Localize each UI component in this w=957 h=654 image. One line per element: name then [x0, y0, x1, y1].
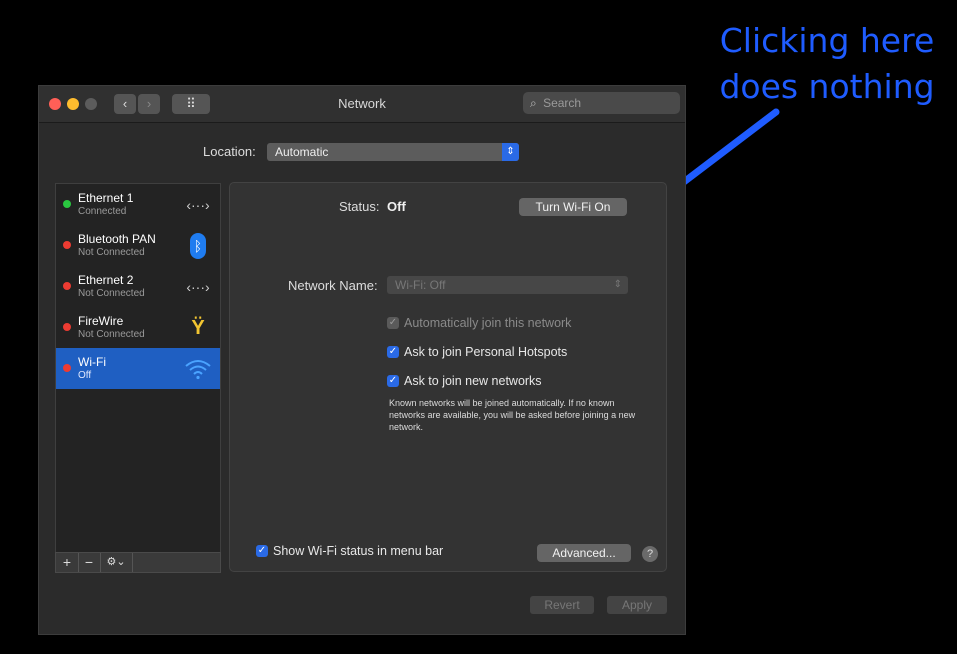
status-dot: [63, 241, 71, 249]
service-item-bluetooth-pan[interactable]: Bluetooth PAN Not Connected ᛒ: [56, 225, 220, 266]
ask-hotspots-checkbox[interactable]: ✓: [387, 346, 399, 358]
service-name: Ethernet 2: [78, 273, 134, 287]
service-name: FireWire: [78, 314, 124, 328]
service-status: Connected: [78, 206, 127, 217]
status-label: Status:: [339, 199, 380, 214]
ethernet-icon: ‹···›: [186, 279, 210, 295]
service-status: Not Connected: [78, 329, 145, 340]
location-label: Location:: [203, 144, 256, 159]
network-preferences-window: ‹ › ⠿ Network ⌕ Search Location: Automat…: [38, 85, 686, 635]
service-name: Wi-Fi: [78, 355, 106, 369]
service-status: Not Connected: [78, 247, 145, 258]
network-name-value: Wi-Fi: Off: [395, 278, 446, 292]
ask-hotspots-label: Ask to join Personal Hotspots: [404, 345, 568, 359]
status-dot: [63, 323, 71, 331]
service-name: Bluetooth PAN: [78, 232, 156, 246]
search-field[interactable]: ⌕ Search: [523, 92, 680, 114]
revert-button[interactable]: Revert: [530, 596, 594, 614]
gear-menu-button[interactable]: ⚙⌄: [100, 553, 133, 572]
auto-join-checkbox[interactable]: ✓: [387, 317, 399, 329]
network-name-label: Network Name:: [288, 278, 378, 293]
chevron-updown-icon: ⇕: [502, 143, 519, 161]
network-name-popup[interactable]: Wi-Fi: Off ⇕: [387, 276, 628, 294]
firewire-icon: Ÿ: [191, 317, 205, 339]
service-list: Ethernet 1 Connected ‹···› Bluetooth PAN…: [55, 183, 221, 572]
status-dot: [63, 200, 71, 208]
wifi-icon: [182, 354, 214, 384]
show-wifi-status-label: Show Wi-Fi status in menu bar: [273, 544, 444, 558]
title-bar: ‹ › ⠿ Network ⌕ Search: [39, 86, 685, 123]
service-list-footer: + − ⚙⌄: [55, 552, 221, 573]
service-item-ethernet-2[interactable]: Ethernet 2 Not Connected ‹···›: [56, 266, 220, 307]
turn-wifi-on-button[interactable]: Turn Wi-Fi On: [519, 198, 627, 216]
service-name: Ethernet 1: [78, 191, 134, 205]
service-item-wifi[interactable]: Wi-Fi Off: [56, 348, 220, 389]
show-wifi-status-checkbox[interactable]: ✓: [256, 545, 268, 557]
ask-new-networks-checkbox[interactable]: ✓: [387, 375, 399, 387]
bluetooth-icon: ᛒ: [182, 231, 214, 261]
auto-join-label: Automatically join this network: [404, 316, 572, 330]
ethernet-icon: ‹···›: [186, 197, 210, 213]
ask-new-networks-note: Known networks will be joined automatica…: [389, 398, 636, 432]
status-value: Off: [387, 199, 406, 214]
ask-new-networks-label: Ask to join new networks: [404, 374, 542, 388]
search-placeholder: Search: [543, 96, 582, 110]
location-popup[interactable]: Automatic ⇕: [267, 143, 519, 161]
service-status: Not Connected: [78, 288, 145, 299]
service-status: Off: [78, 370, 92, 381]
add-service-button[interactable]: +: [56, 553, 79, 572]
advanced-button[interactable]: Advanced...: [537, 544, 631, 562]
search-icon: ⌕: [530, 96, 537, 110]
service-item-firewire[interactable]: FireWire Not Connected Ÿ: [56, 307, 220, 348]
chevron-updown-icon: ⇕: [613, 279, 622, 290]
help-button[interactable]: ?: [642, 546, 658, 562]
service-item-ethernet-1[interactable]: Ethernet 1 Connected ‹···›: [56, 184, 220, 225]
status-dot: [63, 282, 71, 290]
apply-button[interactable]: Apply: [607, 596, 667, 614]
remove-service-button[interactable]: −: [78, 553, 101, 572]
status-dot: [63, 364, 71, 372]
location-value: Automatic: [275, 145, 329, 159]
